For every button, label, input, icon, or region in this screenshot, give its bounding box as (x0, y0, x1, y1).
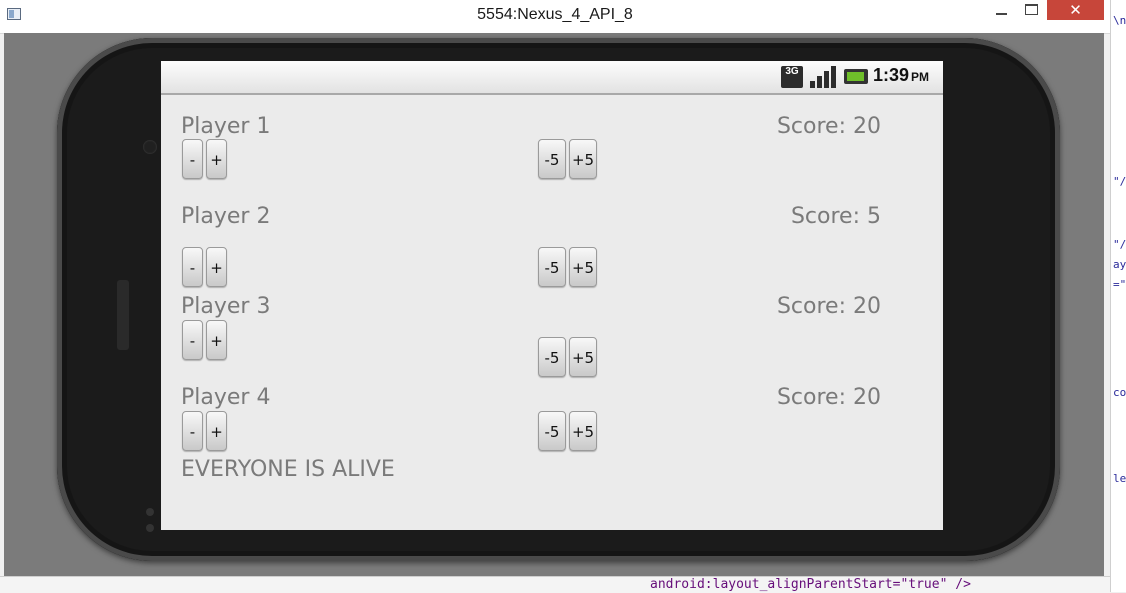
player-2-plus-button[interactable]: + (206, 247, 227, 287)
clock-time: 1:39 (873, 65, 910, 85)
window-title: 5554:Nexus_4_API_8 (477, 6, 633, 23)
network-3g-icon: 3G (781, 66, 803, 88)
window-titlebar: 5554:Nexus_4_API_8 ✕ (0, 0, 1110, 34)
maximize-button[interactable] (1020, 0, 1044, 20)
player-3-plus5-button[interactable]: +5 (569, 337, 597, 377)
ide-fragment: ="( (1113, 278, 1126, 291)
player-1-score: Score: 20 (776, 114, 881, 139)
player-4-plus-button[interactable]: + (206, 411, 227, 451)
player-2-plus5-button[interactable]: +5 (569, 247, 597, 287)
player-3-plus-button[interactable]: + (206, 320, 227, 360)
player-4-score: Score: 20 (776, 385, 881, 410)
ide-fragment: le (1113, 472, 1126, 485)
android-screen: 3G 1:39 PM Player 1 Score: 20 - + -5 +5 P… (161, 61, 943, 530)
player-3-minus5-button[interactable]: -5 (538, 337, 566, 377)
player-4-minus-button[interactable]: - (182, 411, 203, 451)
player-4-plus5-button[interactable]: +5 (569, 411, 597, 451)
status-bar: 3G 1:39 PM (161, 61, 943, 95)
ide-fragment: \n (1113, 14, 1126, 27)
clock-ampm: PM (911, 70, 930, 84)
ide-fragment: ayo (1113, 258, 1126, 271)
player-1-plus-button[interactable]: + (206, 139, 227, 179)
battery-charging-icon (844, 69, 868, 84)
player-1-plus5-button[interactable]: +5 (569, 139, 597, 179)
clock: 1:39 PM (873, 65, 929, 86)
player-3-minus-button[interactable]: - (182, 320, 203, 360)
close-button[interactable]: ✕ (1047, 0, 1104, 20)
status-message: EVERYONE IS ALIVE (181, 457, 395, 482)
player-2-minus5-button[interactable]: -5 (538, 247, 566, 287)
ide-code-line: android:layout_alignParentStart="true" /… (650, 577, 971, 592)
ide-fragment: "/a (1113, 175, 1126, 188)
player-1-name: Player 1 (181, 114, 271, 139)
player-1-minus5-button[interactable]: -5 (538, 139, 566, 179)
player-4-name: Player 4 (181, 385, 271, 410)
player-3-name: Player 3 (181, 294, 271, 319)
ide-fragment: co (1113, 386, 1126, 399)
player-3-score: Score: 20 (776, 294, 881, 319)
player-4-minus5-button[interactable]: -5 (538, 411, 566, 451)
signal-strength-icon (810, 66, 836, 88)
minimize-button[interactable] (990, 0, 1014, 20)
volume-rocker (117, 280, 129, 350)
player-2-score: Score: 5 (790, 204, 881, 229)
background-ide-bottom: android:layout_alignParentStart="true" /… (0, 576, 1110, 593)
player-2-minus-button[interactable]: - (182, 247, 203, 287)
sensor-dots (146, 508, 156, 540)
ide-fragment: "/ (1113, 238, 1126, 251)
player-1-minus-button[interactable]: - (182, 139, 203, 179)
background-ide-window: \n "/a "/ ayo ="( co le (1110, 0, 1126, 592)
front-camera (143, 140, 157, 154)
player-2-name: Player 2 (181, 204, 271, 229)
